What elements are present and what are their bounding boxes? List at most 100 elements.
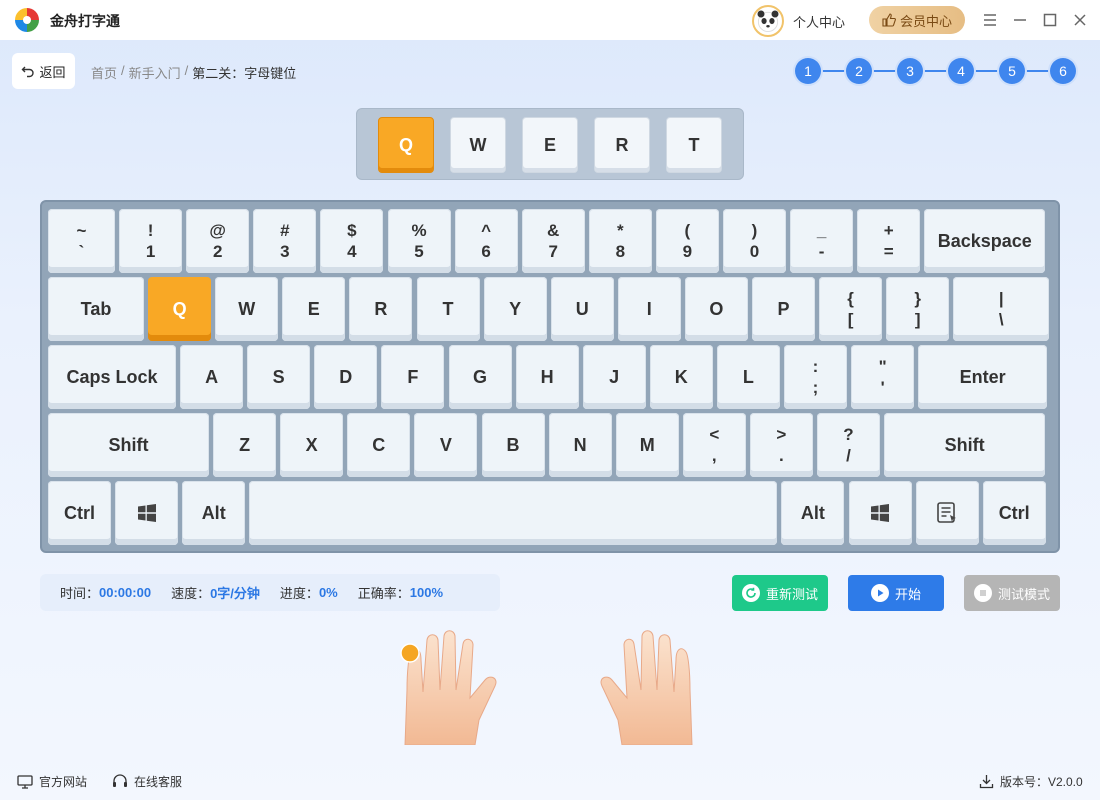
keyboard-key[interactable]: I (617, 277, 681, 341)
keyboard-key[interactable]: D (314, 345, 378, 409)
keyboard-key[interactable]: Ctrl (48, 481, 111, 545)
time-value: 00:00:00 (99, 585, 152, 600)
keyboard-key[interactable]: K (649, 345, 713, 409)
keyboard-key[interactable]: Y (483, 277, 547, 341)
keyboard-key[interactable]: :; (784, 345, 847, 409)
vip-center-button[interactable]: 会员中心 (869, 6, 965, 34)
keyboard-key[interactable]: Alt (781, 481, 845, 545)
keyboard-key[interactable]: H (515, 345, 579, 409)
keyboard-key[interactable]: Shift (48, 413, 209, 477)
breadcrumb-beginner[interactable]: 新手入门 (129, 63, 181, 82)
keyboard-key[interactable]: T (416, 277, 480, 341)
avatar[interactable] (752, 5, 784, 37)
keyboard-key[interactable]: Tab (48, 277, 144, 341)
keyboard-key[interactable]: R (349, 277, 413, 341)
start-label: 开始 (894, 586, 921, 602)
keyboard-key[interactable]: Caps Lock (48, 345, 176, 409)
target-key: T (666, 117, 722, 173)
keyboard-key[interactable]: X (280, 413, 344, 477)
keyboard-key[interactable]: L (716, 345, 780, 409)
keyboard-key[interactable]: M (615, 413, 679, 477)
keyboard-key[interactable]: " ' (851, 345, 915, 409)
keyboard-key[interactable]: N (548, 413, 612, 477)
key-base-char: 4 (347, 242, 357, 261)
list-icon (973, 584, 992, 602)
breadcrumb-separator: / (184, 63, 189, 78)
step-2[interactable]: 2 (846, 58, 872, 84)
keyboard-key[interactable]: E (282, 277, 346, 341)
breadcrumb-home[interactable]: 首页 (91, 63, 117, 82)
back-button[interactable]: 返回 (12, 53, 75, 89)
virtual-keyboard: ~ `! 1 @2 #3 $4% 5 ^ 6 & 7 * 8(9) 0 _ - + = Backspace Tab Q W… (40, 200, 1060, 553)
keyboard-key[interactable]: Z (213, 413, 277, 477)
keyboard-key[interactable]: ^ 6 (454, 209, 518, 273)
keyboard-key[interactable]: J (582, 345, 646, 409)
close-icon[interactable] (1070, 10, 1090, 30)
keyboard-key[interactable]: G (448, 345, 512, 409)
start-button[interactable]: 开始 (848, 575, 944, 611)
keyboard-key[interactable]: % 5 (387, 209, 451, 273)
keyboard-key[interactable]: #3 (253, 209, 317, 273)
keyboard-key[interactable]: (9 (655, 209, 719, 273)
key-shift-char: ? (843, 424, 854, 444)
keyboard-key[interactable]: }] (886, 277, 950, 341)
online-support-link[interactable]: 在线客服 (112, 773, 182, 790)
test-mode-button[interactable]: 测试模式 (964, 575, 1060, 611)
keyboard-key[interactable]: _ - (790, 209, 854, 273)
keyboard-key[interactable]: >. (749, 413, 813, 477)
target-key: E (522, 117, 578, 173)
spacebar-key[interactable] (249, 481, 778, 545)
keyboard-key[interactable]: ~ ` (48, 209, 115, 273)
keyboard-key[interactable]: Enter (918, 345, 1048, 409)
maximize-icon[interactable] (1040, 10, 1060, 30)
keyboard-key[interactable]: Backspace (924, 209, 1046, 273)
minimize-icon[interactable] (1010, 10, 1030, 30)
keyboard-key[interactable]: @2 (186, 209, 250, 273)
speed-value: 0字/分钟 (210, 586, 260, 601)
keyboard-key[interactable]: S (247, 345, 311, 409)
keyboard-key[interactable]: Ctrl (982, 481, 1046, 545)
target-key: R (594, 117, 650, 173)
keyboard-key[interactable]: C (347, 413, 411, 477)
step-5[interactable]: 5 (999, 58, 1025, 84)
keyboard-key[interactable]: ! 1 (119, 209, 183, 273)
keyboard-key[interactable]: O (684, 277, 748, 341)
step-4[interactable]: 4 (948, 58, 974, 84)
time-label: 时间： (60, 586, 100, 601)
step-3[interactable]: 3 (897, 58, 923, 84)
keyboard-key[interactable]: Shift (884, 413, 1046, 477)
keyboard-key[interactable]: F (381, 345, 445, 409)
keyboard-key[interactable]: * 8 (588, 209, 652, 273)
step-1[interactable]: 1 (795, 58, 821, 84)
keyboard-key[interactable]: U (550, 277, 614, 341)
key-windows-icon[interactable] (115, 481, 179, 545)
test-mode-label: 测试模式 (997, 586, 1050, 602)
keyboard-key[interactable]: P (752, 277, 815, 341)
keyboard-key[interactable]: {[ (819, 277, 883, 341)
keyboard-key[interactable]: Q (148, 277, 212, 341)
keyboard-key[interactable]: W (215, 277, 279, 341)
keyboard-key[interactable]: Alt (182, 481, 246, 545)
keyboard-key[interactable]: V (414, 413, 478, 477)
official-website-link[interactable]: 官方网站 (17, 773, 87, 790)
keyboard-key[interactable]: & 7 (521, 209, 585, 273)
keyboard-key[interactable]: B (481, 413, 545, 477)
app-logo-icon (14, 7, 40, 33)
key-base-char: 2 (212, 242, 223, 261)
keyboard-key[interactable]: ) 0 (723, 209, 786, 273)
keyboard-key[interactable]: A (180, 345, 244, 409)
key-shift-char: " (878, 356, 887, 376)
keyboard-key[interactable]: + = (857, 209, 921, 273)
keyboard-key[interactable]: ? / (817, 413, 880, 477)
menu-icon[interactable] (980, 10, 1000, 30)
key-windows-icon[interactable] (848, 481, 912, 545)
keyboard-key[interactable]: $4 (320, 209, 384, 273)
step-6[interactable]: 6 (1050, 58, 1076, 84)
retest-button[interactable]: 重新测试 (732, 575, 828, 611)
panda-avatar-icon (757, 10, 779, 32)
key-menu-key-icon[interactable] (915, 481, 979, 545)
keyboard-key[interactable]: <, (682, 413, 746, 477)
keyboard-key[interactable]: | \ (953, 277, 1050, 341)
key-base-char: 0 (749, 242, 760, 261)
personal-center-link[interactable]: 个人中心 (793, 12, 845, 31)
